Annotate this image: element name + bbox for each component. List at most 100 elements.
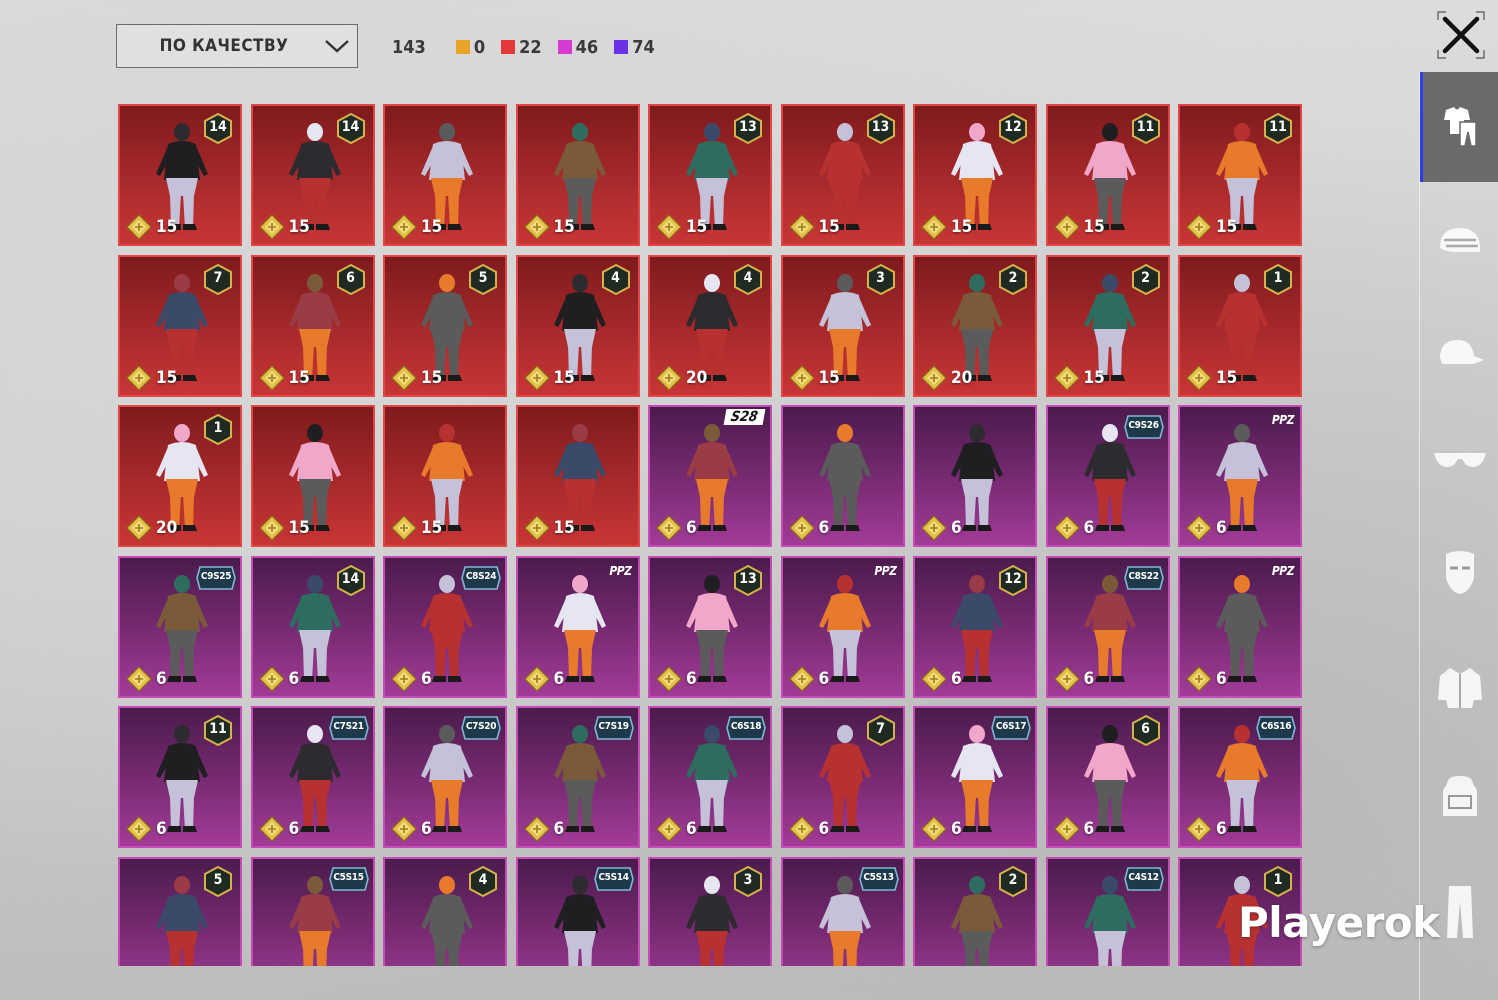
outfit-card[interactable]: 6 <box>913 405 1037 547</box>
level-badge: 5 <box>204 865 232 897</box>
points-icon <box>1186 665 1212 692</box>
outfit-card[interactable]: PPZ 6 <box>780 555 905 698</box>
season-badge: C7S19 <box>593 716 634 740</box>
outfit-card[interactable]: 3 15 <box>780 254 905 397</box>
outfit-card[interactable]: 6 15 <box>250 254 375 397</box>
outfit-card[interactable]: C7S20 6 <box>383 706 507 848</box>
outfit-card[interactable]: 15 <box>250 405 375 547</box>
sidebar-item-glasses[interactable] <box>1420 407 1498 517</box>
outfit-card[interactable]: 13 6 <box>648 555 772 698</box>
outfit-card[interactable]: 1 20 <box>118 405 242 547</box>
points: 20 <box>656 364 707 391</box>
points-value: 15 <box>288 367 310 388</box>
outfit-card[interactable]: C6S18 6 <box>648 706 772 848</box>
outfit-card[interactable]: 6 <box>780 405 905 547</box>
level-badge: 14 <box>336 112 365 145</box>
points-value: 6 <box>818 668 830 689</box>
outfit-card[interactable]: C5S13 <box>780 856 905 966</box>
sidebar-item-backpacks[interactable] <box>1420 742 1498 852</box>
points: 20 <box>921 364 972 391</box>
outfit-card[interactable]: C9S26 6 <box>1045 405 1170 547</box>
outfit-card[interactable]: 14 15 <box>118 104 242 246</box>
season-badge: C9S25 <box>196 565 236 590</box>
outfit-card[interactable]: 7 15 <box>118 254 242 397</box>
outfit-card[interactable]: 2 20 <box>913 254 1037 397</box>
points-icon <box>656 665 682 692</box>
outfit-card[interactable]: C8S22 6 <box>1045 555 1170 698</box>
outfit-card[interactable]: PPZ 6 <box>1178 405 1302 547</box>
outfit-card[interactable]: 4 15 <box>515 254 640 397</box>
level-badge-value: 13 <box>871 119 890 135</box>
level-badge-value: 2 <box>1008 269 1018 286</box>
points: 6 <box>1186 816 1227 842</box>
points: 15 <box>523 515 575 541</box>
outfit-card[interactable]: 14 6 <box>250 555 375 698</box>
outfit-card[interactable]: 15 <box>383 104 507 246</box>
outfit-card[interactable]: 11 15 <box>1045 104 1170 246</box>
outfit-card[interactable]: 13 15 <box>780 104 905 246</box>
season-banner: S28 <box>723 409 766 425</box>
outfit-card[interactable]: 3 <box>648 856 772 966</box>
outfit-card[interactable]: 12 15 <box>913 104 1037 246</box>
points: 15 <box>656 214 707 240</box>
points-value: 6 <box>818 518 830 538</box>
points: 15 <box>1053 364 1105 391</box>
outfit-card[interactable]: C7S21 6 <box>250 706 375 848</box>
outfit-card[interactable]: S28 6 <box>648 405 772 547</box>
points-value: 6 <box>156 819 167 839</box>
points-icon <box>258 364 285 391</box>
outfit-card[interactable]: 13 15 <box>648 104 772 246</box>
outfit-card[interactable]: 66 <box>1045 706 1170 848</box>
sidebar-item-helmets[interactable] <box>1420 187 1498 297</box>
rare-count-value: 74 <box>632 36 655 58</box>
outfit-card[interactable]: PPZ 6 <box>1178 555 1302 698</box>
outfit-card[interactable]: C6S16 6 <box>1178 706 1302 848</box>
outfit-card[interactable]: C5S14 <box>515 856 640 966</box>
outfit-card[interactable]: C6S17 6 <box>913 706 1037 848</box>
rare-swatch <box>614 40 629 54</box>
sidebar-item-masks[interactable] <box>1420 517 1498 627</box>
sidebar-item-outfits[interactable] <box>1420 72 1498 182</box>
points-icon <box>126 665 152 692</box>
outfit-card[interactable]: C8S24 6 <box>383 555 507 698</box>
outfit-card[interactable]: PPZ 6 <box>515 555 640 698</box>
outfit-card[interactable]: 1 15 <box>1178 254 1302 397</box>
outfit-card[interactable]: 5 15 <box>383 254 507 397</box>
season-badge: C5S13 <box>858 866 899 891</box>
outfit-card[interactable]: 5 <box>118 856 242 966</box>
points: 15 <box>258 214 310 240</box>
outfit-card[interactable]: 2 <box>913 856 1037 966</box>
points-value: 6 <box>288 668 300 689</box>
sort-dropdown-label: ПО КАЧЕСТВУ <box>159 36 289 56</box>
outfit-card[interactable]: 4 20 <box>648 254 772 397</box>
outfit-card[interactable]: 11 15 <box>1178 104 1302 246</box>
level-badge: 13 <box>734 564 762 596</box>
outfit-card[interactable]: C7S19 6 <box>515 706 640 848</box>
season-badge-value: C4S12 <box>1128 871 1159 883</box>
season-badge-value: C9S25 <box>200 570 232 582</box>
chevron-down-icon <box>317 25 357 67</box>
outfit-card[interactable]: 15 <box>383 405 507 547</box>
points: 6 <box>1186 665 1227 692</box>
sort-dropdown[interactable]: ПО КАЧЕСТВУ <box>116 24 358 68</box>
outfit-card[interactable]: 14 15 <box>250 104 375 246</box>
level-badge-value: 7 <box>876 721 885 737</box>
sidebar-item-jackets[interactable] <box>1420 632 1498 742</box>
points-value: 6 <box>421 819 432 839</box>
outfit-card[interactable]: C4S12 <box>1045 856 1170 966</box>
close-button[interactable] <box>1436 10 1486 60</box>
outfit-card[interactable]: 12 6 <box>913 555 1037 698</box>
points-icon <box>788 816 815 842</box>
outfit-card[interactable]: C9S25 6 <box>118 555 242 698</box>
outfit-card[interactable]: C5S15 <box>250 856 375 966</box>
outfit-card[interactable]: 2 15 <box>1045 254 1170 397</box>
outfit-card[interactable]: 11 6 <box>118 706 242 848</box>
outfit-card[interactable]: 15 <box>515 405 640 547</box>
points-value: 6 <box>1083 819 1095 839</box>
points: 6 <box>921 665 962 692</box>
sidebar-item-caps[interactable] <box>1420 297 1498 407</box>
points-icon <box>391 364 417 391</box>
outfit-card[interactable]: 4 <box>383 856 507 966</box>
outfit-card[interactable]: 76 <box>780 706 905 848</box>
outfit-card[interactable]: 15 <box>515 104 640 246</box>
